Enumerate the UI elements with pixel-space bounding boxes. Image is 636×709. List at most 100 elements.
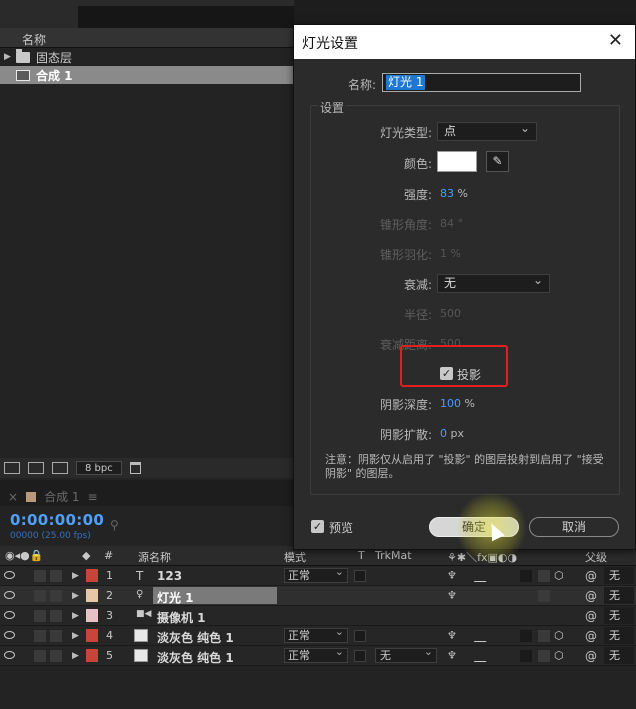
- parent-dropdown[interactable]: 无: [604, 587, 634, 604]
- expand-triangle-icon[interactable]: ▶: [72, 571, 79, 581]
- interpret-footage-icon[interactable]: [4, 462, 20, 474]
- track-matte-dropdown[interactable]: 无: [375, 645, 437, 663]
- shy-switch-icon[interactable]: ♆: [447, 589, 457, 602]
- solo-switch[interactable]: [34, 650, 46, 662]
- layer-row[interactable]: ▶ 1 T 123 正常 ♆ ⬡ @ 无: [0, 565, 636, 586]
- parent-dropdown[interactable]: 无: [604, 567, 634, 584]
- layer-name[interactable]: 摄像机 1: [157, 609, 206, 626]
- falloff-dropdown[interactable]: 无: [437, 272, 550, 293]
- shadow-diffusion-value[interactable]: 0 px: [440, 427, 464, 440]
- light-type-dropdown[interactable]: 点: [437, 120, 537, 141]
- solo-switch[interactable]: [34, 590, 46, 602]
- dialog-titlebar[interactable]: 灯光设置 ✕: [294, 25, 635, 59]
- adjustment-switch[interactable]: [538, 570, 550, 582]
- lock-switch[interactable]: [50, 570, 62, 582]
- layer-row[interactable]: ▶ 5 淡灰色 纯色 1 正常 无 ♆ ⬡ @ 无: [0, 645, 636, 666]
- expand-triangle-icon[interactable]: ▶: [4, 52, 14, 62]
- eye-icon[interactable]: [4, 591, 15, 599]
- project-item-folder[interactable]: ▶ 固态层: [0, 48, 294, 66]
- blend-mode-dropdown[interactable]: 正常: [284, 645, 348, 663]
- adjustment-switch[interactable]: [538, 630, 550, 642]
- quality-switch-icon[interactable]: [473, 570, 495, 582]
- cancel-button[interactable]: 取消: [529, 517, 619, 537]
- layer-name[interactable]: 淡灰色 纯色 1: [157, 629, 234, 646]
- solo-switch[interactable]: [34, 610, 46, 622]
- light-name-input[interactable]: 灯光 1: [382, 73, 581, 92]
- new-composition-icon[interactable]: [52, 462, 68, 474]
- eyedropper-icon[interactable]: ✎: [486, 151, 509, 172]
- label-color-swatch[interactable]: [86, 569, 98, 582]
- layer-row[interactable]: ▶ 4 淡灰色 纯色 1 正常 ♆ ⬡ @ 无: [0, 625, 636, 646]
- eye-icon[interactable]: [4, 611, 15, 619]
- ok-button[interactable]: 确定: [429, 517, 519, 537]
- bpc-button[interactable]: 8 bpc: [76, 461, 122, 475]
- adjustment-switch[interactable]: [538, 590, 550, 602]
- parent-dropdown[interactable]: 无: [604, 647, 634, 664]
- expand-triangle-icon[interactable]: ▶: [72, 631, 79, 641]
- preserve-transparency-checkbox[interactable]: [354, 630, 366, 642]
- lock-switch[interactable]: [50, 590, 62, 602]
- parent-pickwhip-icon[interactable]: @: [585, 649, 597, 663]
- timecode-display[interactable]: 0:00:00:00: [10, 511, 104, 529]
- solo-switch[interactable]: [34, 630, 46, 642]
- preview-checkbox[interactable]: ✓: [311, 520, 324, 533]
- preserve-transparency-checkbox[interactable]: [354, 570, 366, 582]
- label-color-swatch[interactable]: [86, 609, 98, 622]
- menu-icon[interactable]: ≡: [88, 490, 98, 504]
- 3d-layer-icon[interactable]: ⬡: [554, 649, 564, 662]
- eye-icon[interactable]: [4, 651, 15, 659]
- project-column-header[interactable]: 名称: [0, 28, 294, 48]
- adjustment-switch[interactable]: [538, 650, 550, 662]
- casts-shadows-checkbox[interactable]: ✓: [440, 367, 453, 380]
- motion-blur-switch[interactable]: [520, 630, 532, 642]
- motion-blur-switch[interactable]: [520, 570, 532, 582]
- parent-pickwhip-icon[interactable]: @: [585, 569, 597, 583]
- eye-icon[interactable]: [4, 571, 15, 579]
- motion-blur-switch[interactable]: [520, 650, 532, 662]
- parent-pickwhip-icon[interactable]: @: [585, 609, 597, 623]
- quality-switch-icon[interactable]: [473, 650, 495, 662]
- parent-pickwhip-icon[interactable]: @: [585, 589, 597, 603]
- layer-row[interactable]: ▶ 2 ♀ 灯光 1 ♆ @ 无: [0, 586, 636, 606]
- tab-composition-1[interactable]: × 合成 1 ≡: [8, 488, 98, 505]
- expand-triangle-icon[interactable]: ▶: [72, 591, 79, 601]
- label-color-swatch[interactable]: [86, 649, 98, 662]
- intensity-value[interactable]: 83 %: [440, 187, 468, 200]
- eye-icon[interactable]: [4, 631, 15, 639]
- expand-triangle-icon[interactable]: ▶: [72, 611, 79, 621]
- layer-row[interactable]: ▶ 3 ■◀ 摄像机 1 @ 无: [0, 606, 636, 626]
- blend-mode-dropdown[interactable]: 正常: [284, 565, 348, 583]
- project-item-composition[interactable]: 合成 1: [0, 66, 294, 84]
- layer-name[interactable]: 123: [157, 569, 182, 583]
- 3d-layer-icon[interactable]: ⬡: [554, 569, 564, 582]
- preview-label[interactable]: 预览: [329, 519, 353, 536]
- shadow-darkness-value[interactable]: 100 %: [440, 397, 475, 410]
- blend-mode-dropdown[interactable]: 正常: [284, 625, 348, 643]
- lock-switch[interactable]: [50, 610, 62, 622]
- parent-dropdown[interactable]: 无: [604, 607, 634, 624]
- lock-switch[interactable]: [50, 630, 62, 642]
- quality-switch-icon[interactable]: [473, 630, 495, 642]
- close-icon[interactable]: ×: [8, 490, 18, 504]
- trash-icon[interactable]: [129, 462, 141, 474]
- shy-switch-icon[interactable]: ♆: [447, 629, 457, 642]
- lock-switch[interactable]: [50, 650, 62, 662]
- casts-shadows-label[interactable]: 投影: [457, 366, 481, 383]
- layer-name[interactable]: 灯光 1: [157, 589, 194, 606]
- label-color-swatch[interactable]: [86, 589, 98, 602]
- close-icon[interactable]: ✕: [608, 30, 623, 51]
- solo-switch[interactable]: [34, 570, 46, 582]
- light-color-swatch[interactable]: [437, 151, 477, 172]
- parent-dropdown[interactable]: 无: [604, 627, 634, 644]
- new-folder-icon[interactable]: [28, 462, 44, 474]
- parent-pickwhip-icon[interactable]: @: [585, 629, 597, 643]
- layer-name[interactable]: 淡灰色 纯色 1: [157, 649, 234, 666]
- 3d-layer-icon[interactable]: ⬡: [554, 629, 564, 642]
- shy-switch-icon[interactable]: ♆: [447, 569, 457, 582]
- label-color-swatch[interactable]: [86, 629, 98, 642]
- expand-triangle-icon[interactable]: ▶: [72, 651, 79, 661]
- preserve-transparency-checkbox[interactable]: [354, 650, 366, 662]
- shy-switch-icon[interactable]: ♆: [447, 649, 457, 662]
- search-icon[interactable]: ⚲: [110, 518, 119, 532]
- source-name-header[interactable]: 源名称: [138, 549, 171, 565]
